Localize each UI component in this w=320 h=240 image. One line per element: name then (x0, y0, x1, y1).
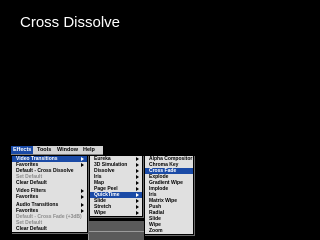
slide: Cross Dissolve Effects Tools Window Help… (0, 0, 320, 240)
background-panel (88, 221, 144, 240)
panel-divider (89, 231, 144, 232)
menu-window[interactable]: Window (55, 146, 80, 154)
submenu-arrow-icon (136, 193, 139, 197)
menu-bar: Effects Tools Window Help (11, 146, 103, 155)
submenu-arrow-icon (81, 195, 84, 199)
effects-menu-filter-favorites[interactable]: Favorites (12, 194, 87, 200)
effects-menu-video-clear-default[interactable]: Clear Default (12, 180, 87, 186)
menu-help[interactable]: Help (81, 146, 97, 154)
transition-zoom[interactable]: Zoom (145, 228, 193, 234)
submenu-arrow-icon (136, 181, 139, 185)
quicktime-submenu: Alpha Compositor Chroma Key Cross Fade E… (144, 155, 194, 235)
submenu-arrow-icon (136, 211, 139, 215)
video-transitions-submenu: Eureka 3D Simulation Dissolve Iris Map P… (89, 155, 143, 217)
effects-menu: Video Transitions Favorites Default - Cr… (11, 155, 88, 233)
submenu-arrow-icon (81, 203, 84, 207)
slide-title: Cross Dissolve (20, 14, 121, 31)
submenu-arrow-icon (81, 163, 84, 167)
submenu-arrow-icon (136, 163, 139, 167)
submenu-arrow-icon (136, 199, 139, 203)
submenu-arrow-icon (136, 175, 139, 179)
effects-menu-audio-clear-default[interactable]: Clear Default (12, 226, 87, 232)
submenu-arrow-icon (81, 189, 84, 193)
app-screenshot: Effects Tools Window Help Video Transiti… (11, 146, 311, 240)
submenu-arrow-icon (81, 209, 84, 213)
submenu-arrow-icon (136, 157, 139, 161)
submenu-arrow-icon (136, 187, 139, 191)
category-wipe[interactable]: Wipe (90, 210, 142, 216)
submenu-arrow-icon (136, 205, 139, 209)
menu-tools[interactable]: Tools (35, 146, 53, 154)
menu-effects[interactable]: Effects (11, 146, 34, 154)
submenu-arrow-icon (136, 169, 139, 173)
submenu-arrow-icon (81, 157, 84, 161)
